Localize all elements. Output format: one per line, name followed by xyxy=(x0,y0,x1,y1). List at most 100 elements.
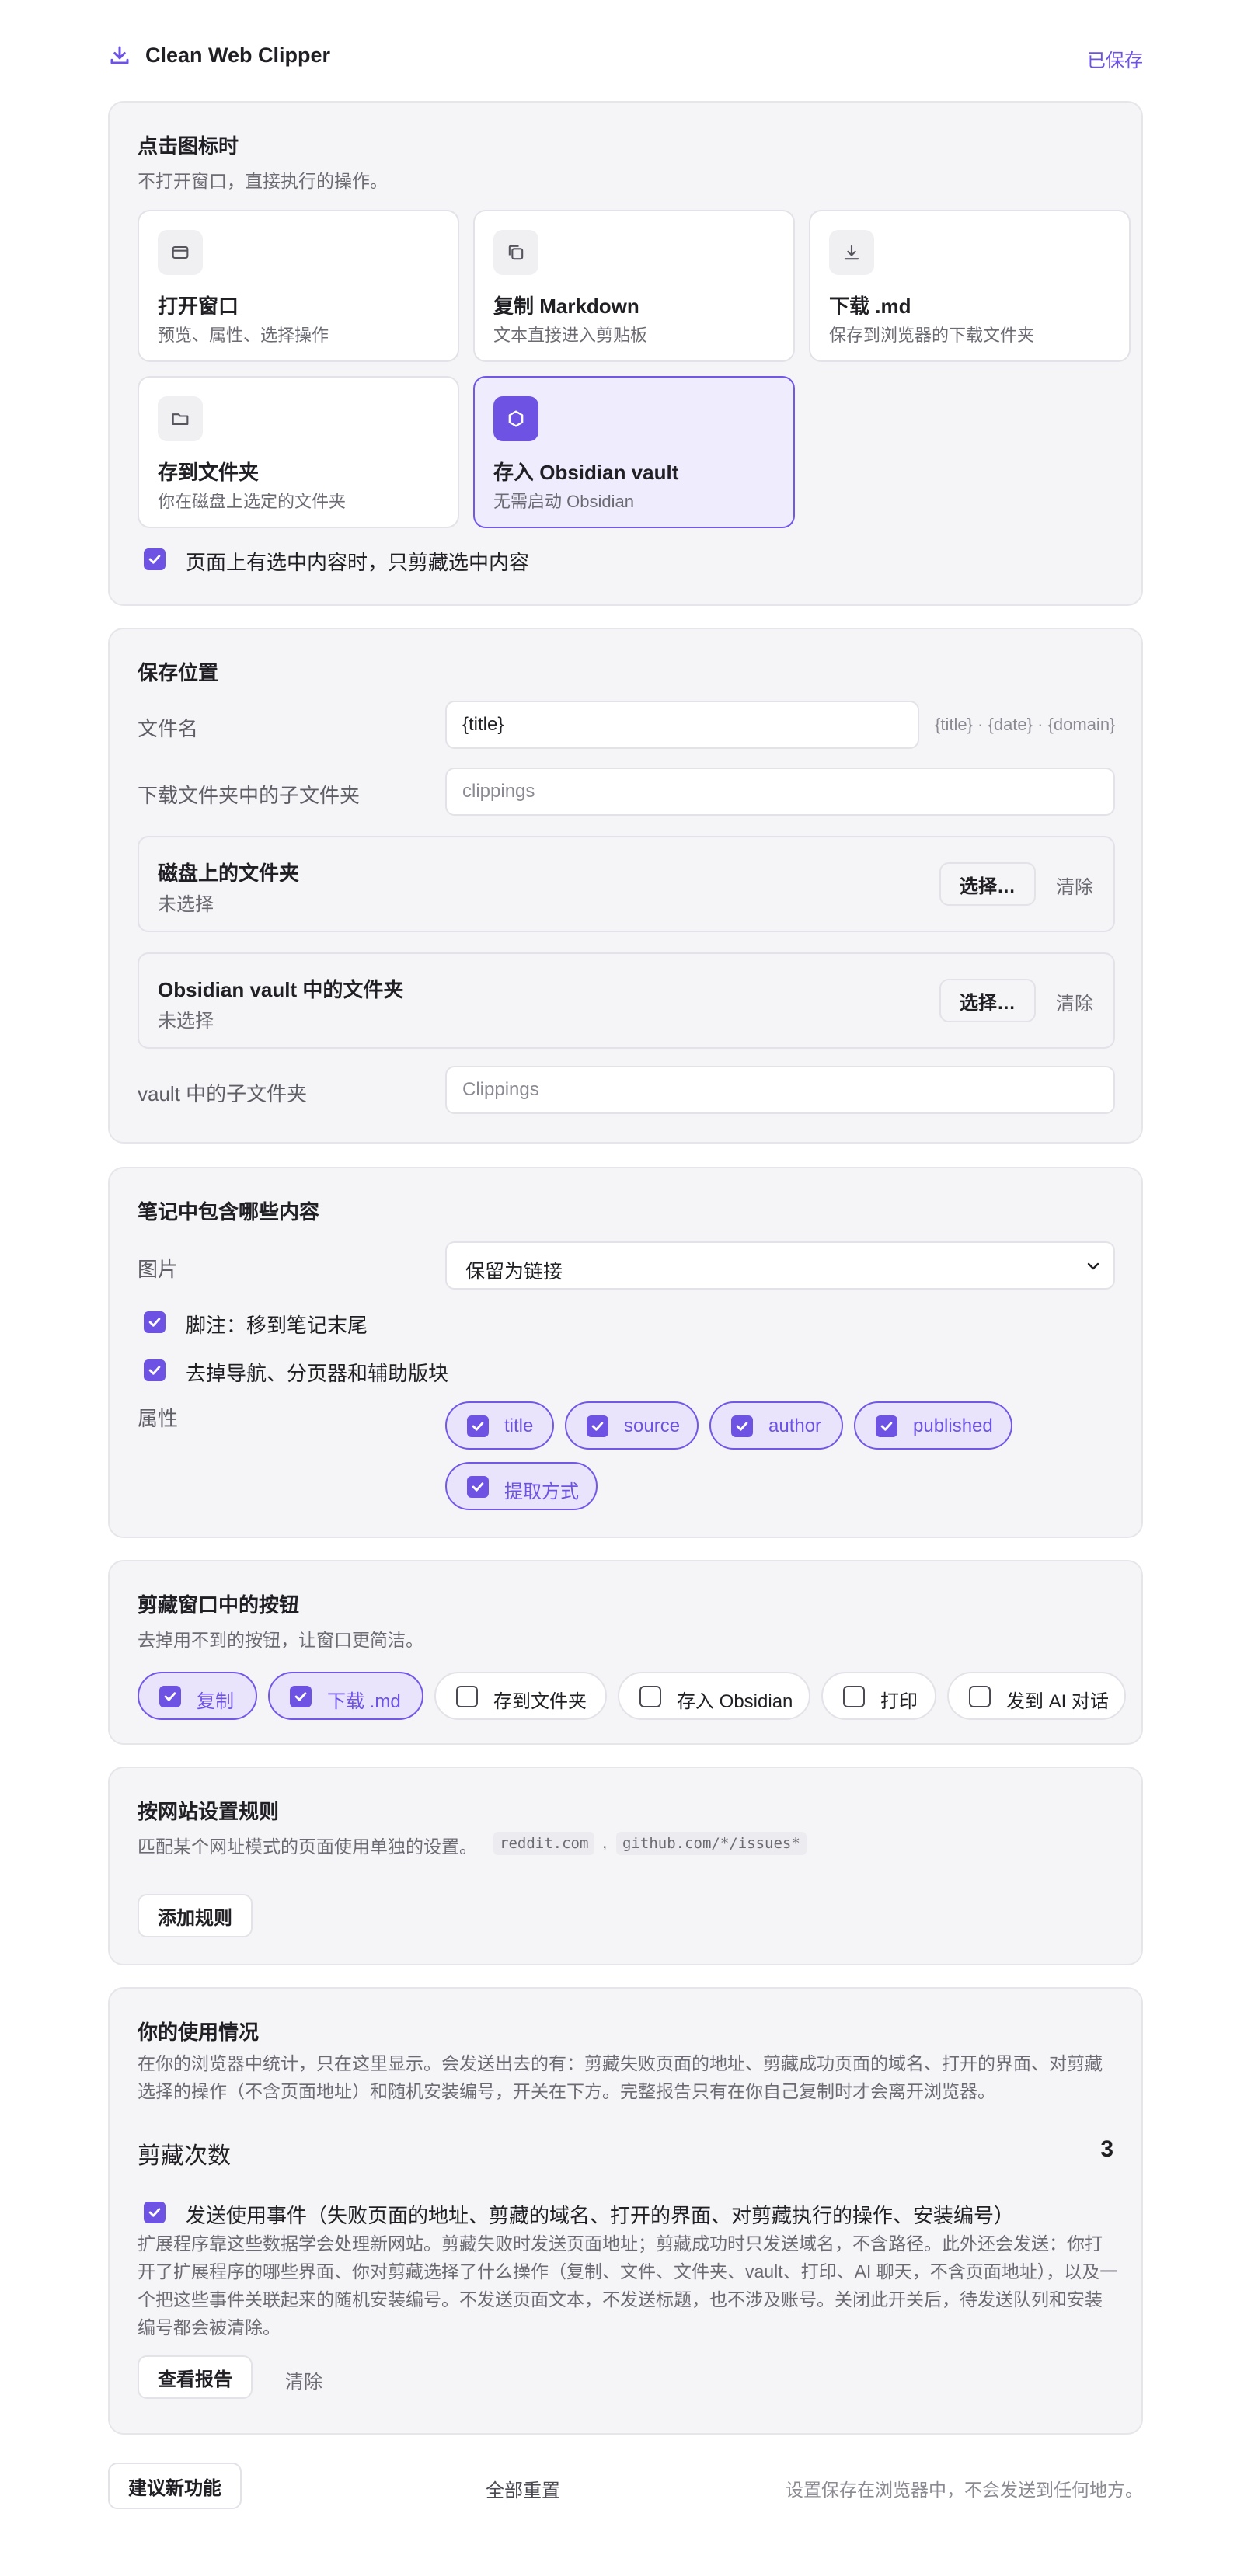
tile-desc: 文本直接进入剪贴板 xyxy=(493,325,648,345)
window-buttons-title: 剪藏窗口中的按钮 xyxy=(138,1593,300,1617)
checkbox xyxy=(587,1415,608,1437)
disk-folder-choose-button[interactable]: 选择… xyxy=(939,862,1036,906)
usage-title: 你的使用情况 xyxy=(138,2021,260,2044)
suggest-feature-button[interactable]: 建议新功能 xyxy=(108,2463,242,2509)
send-events-label: 发送使用事件（失败页面的地址、剪藏的域名、打开的界面、对剪藏执行的操作、安装编号… xyxy=(186,2204,1015,2227)
vault-folder-choose-button[interactable]: 选择… xyxy=(939,979,1036,1022)
button-ai-toggle[interactable]: 发到 AI 对话 xyxy=(947,1672,1126,1720)
button-copy-toggle[interactable]: 复制 xyxy=(138,1672,257,1720)
tile-title: 下载 .md xyxy=(829,294,911,318)
tile-title: 复制 Markdown xyxy=(493,294,639,318)
tile-desc: 预览、属性、选择操作 xyxy=(158,325,329,345)
note-content-title: 笔记中包含哪些内容 xyxy=(138,1200,320,1224)
footnotes-label: 脚注：移到笔记末尾 xyxy=(186,1314,368,1337)
reset-all-button[interactable]: 全部重置 xyxy=(486,2475,560,2502)
button-obsidian-toggle[interactable]: 存入 Obsidian xyxy=(618,1672,810,1720)
saved-status: 已保存 xyxy=(1087,50,1143,71)
example-pattern: github.com/*/issues* xyxy=(616,1832,807,1855)
clip-count-label: 剪藏次数 xyxy=(138,2143,231,2169)
add-rule-button[interactable]: 添加规则 xyxy=(138,1894,253,1937)
images-select-value: 保留为链接 xyxy=(465,1261,563,1283)
property-source-toggle[interactable]: source xyxy=(565,1401,699,1450)
download-icon xyxy=(829,230,874,275)
property-author-toggle[interactable]: author xyxy=(709,1401,843,1450)
folder-icon xyxy=(158,396,203,441)
filename-input[interactable] xyxy=(445,701,919,749)
property-label: author xyxy=(768,1415,822,1436)
click-action-title: 点击图标时 xyxy=(138,134,239,158)
tile-desc: 无需启动 Obsidian xyxy=(493,492,634,511)
click-action-card: 点击图标时 不打开窗口，直接执行的操作。 打开窗口 预览、属性、选择操作 复制 … xyxy=(108,101,1143,606)
footnotes-checkbox[interactable] xyxy=(144,1311,166,1333)
vault-subfolder-input[interactable] xyxy=(445,1066,1115,1114)
button-download-toggle[interactable]: 下载 .md xyxy=(268,1672,423,1720)
usage-desc: 在你的浏览器中统计，只在这里显示。会发送出去的有：剪藏失败页面的地址、剪藏成功页… xyxy=(138,2053,1103,2101)
checkbox xyxy=(467,1476,489,1498)
checkbox xyxy=(290,1686,312,1707)
clip-count-value: 3 xyxy=(1100,2136,1113,2162)
button-label: 发到 AI 对话 xyxy=(1006,1691,1110,1712)
download-logo-icon xyxy=(110,46,129,64)
clear-usage-button[interactable]: 清除 xyxy=(285,2366,322,2393)
save-location-title: 保存位置 xyxy=(138,661,219,684)
button-label: 打印 xyxy=(880,1691,918,1712)
site-rules-desc: 匹配某个网址模式的页面使用单独的设置。 xyxy=(138,1836,477,1857)
checkbox xyxy=(876,1415,897,1437)
images-label: 图片 xyxy=(138,1258,179,1281)
checkbox xyxy=(969,1686,991,1707)
vault-folder-clear-button[interactable]: 清除 xyxy=(1056,988,1093,1015)
checkbox xyxy=(843,1686,865,1707)
site-rules-title: 按网站设置规则 xyxy=(138,1800,280,1823)
properties-label: 属性 xyxy=(138,1407,179,1430)
disk-folder-clear-button[interactable]: 清除 xyxy=(1056,872,1093,899)
obsidian-icon xyxy=(493,396,538,441)
save-location-card: 保存位置 文件名 {title} · {date} · {domain} 下载文… xyxy=(108,628,1143,1144)
download-subfolder-input[interactable] xyxy=(445,768,1115,816)
note-content-card: 笔记中包含哪些内容 图片 保留为链接 脚注：移到笔记末尾 去掉导航、分页器和辅助… xyxy=(108,1167,1143,1538)
property-label: title xyxy=(504,1415,534,1436)
example-pattern: reddit.com xyxy=(493,1832,595,1855)
vault-folder-status: 未选择 xyxy=(158,1011,214,1032)
tile-title: 打开窗口 xyxy=(158,294,239,318)
tile-title: 存入 Obsidian vault xyxy=(493,461,679,484)
images-select[interactable]: 保留为链接 xyxy=(445,1241,1115,1290)
view-report-button[interactable]: 查看报告 xyxy=(138,2355,253,2399)
disk-folder-status: 未选择 xyxy=(158,894,214,915)
action-download-md[interactable]: 下载 .md 保存到浏览器的下载文件夹 xyxy=(809,210,1131,362)
checkbox xyxy=(467,1415,489,1437)
property-label: published xyxy=(913,1415,993,1436)
disk-folder-title: 磁盘上的文件夹 xyxy=(158,862,300,885)
tile-desc: 你在磁盘上选定的文件夹 xyxy=(158,492,347,511)
button-label: 存到文件夹 xyxy=(493,1691,587,1712)
checkbox xyxy=(731,1415,753,1437)
window-buttons-card: 剪藏窗口中的按钮 去掉用不到的按钮，让窗口更简洁。 复制 下载 .md 存到文件… xyxy=(108,1560,1143,1745)
button-print-toggle[interactable]: 打印 xyxy=(821,1672,936,1720)
app-title: Clean Web Clipper xyxy=(145,44,331,67)
click-action-desc: 不打开窗口，直接执行的操作。 xyxy=(138,171,388,191)
checkbox xyxy=(159,1686,181,1707)
property-published-toggle[interactable]: published xyxy=(854,1401,1012,1450)
filename-label: 文件名 xyxy=(138,717,199,740)
property-label: 提取方式 xyxy=(504,1481,579,1502)
action-save-folder[interactable]: 存到文件夹 你在磁盘上选定的文件夹 xyxy=(138,376,459,528)
button-label: 存入 Obsidian xyxy=(677,1691,793,1712)
strip-nav-checkbox[interactable] xyxy=(144,1359,166,1381)
action-obsidian-vault[interactable]: 存入 Obsidian vault 无需启动 Obsidian xyxy=(473,376,795,528)
button-folder-toggle[interactable]: 存到文件夹 xyxy=(434,1672,607,1720)
button-label: 下载 .md xyxy=(327,1691,401,1712)
selection-only-checkbox[interactable] xyxy=(144,548,166,570)
property-extraction-toggle[interactable]: 提取方式 xyxy=(445,1462,598,1510)
usage-card: 你的使用情况 在你的浏览器中统计，只在这里显示。会发送出去的有：剪藏失败页面的地… xyxy=(108,1987,1143,2435)
property-title-toggle[interactable]: title xyxy=(445,1401,554,1450)
send-events-checkbox[interactable] xyxy=(144,2202,166,2223)
window-buttons-desc: 去掉用不到的按钮，让窗口更简洁。 xyxy=(138,1630,423,1650)
tile-title: 存到文件夹 xyxy=(158,461,260,484)
header: Clean Web Clipper 已保存 xyxy=(108,39,1143,75)
action-copy-markdown[interactable]: 复制 Markdown 文本直接进入剪贴板 xyxy=(473,210,795,362)
send-events-desc: 扩展程序靠这些数据学会处理新网站。剪藏失败时发送页面地址；剪藏成功时只发送域名，… xyxy=(138,2233,1118,2338)
tile-desc: 保存到浏览器的下载文件夹 xyxy=(829,325,1035,345)
vault-folder-panel: Obsidian vault 中的文件夹 未选择 选择… 清除 xyxy=(138,952,1115,1049)
action-open-window[interactable]: 打开窗口 预览、属性、选择操作 xyxy=(138,210,459,362)
filename-hint: {title} · {date} · {domain} xyxy=(935,715,1116,734)
strip-nav-label: 去掉导航、分页器和辅助版块 xyxy=(186,1362,449,1385)
